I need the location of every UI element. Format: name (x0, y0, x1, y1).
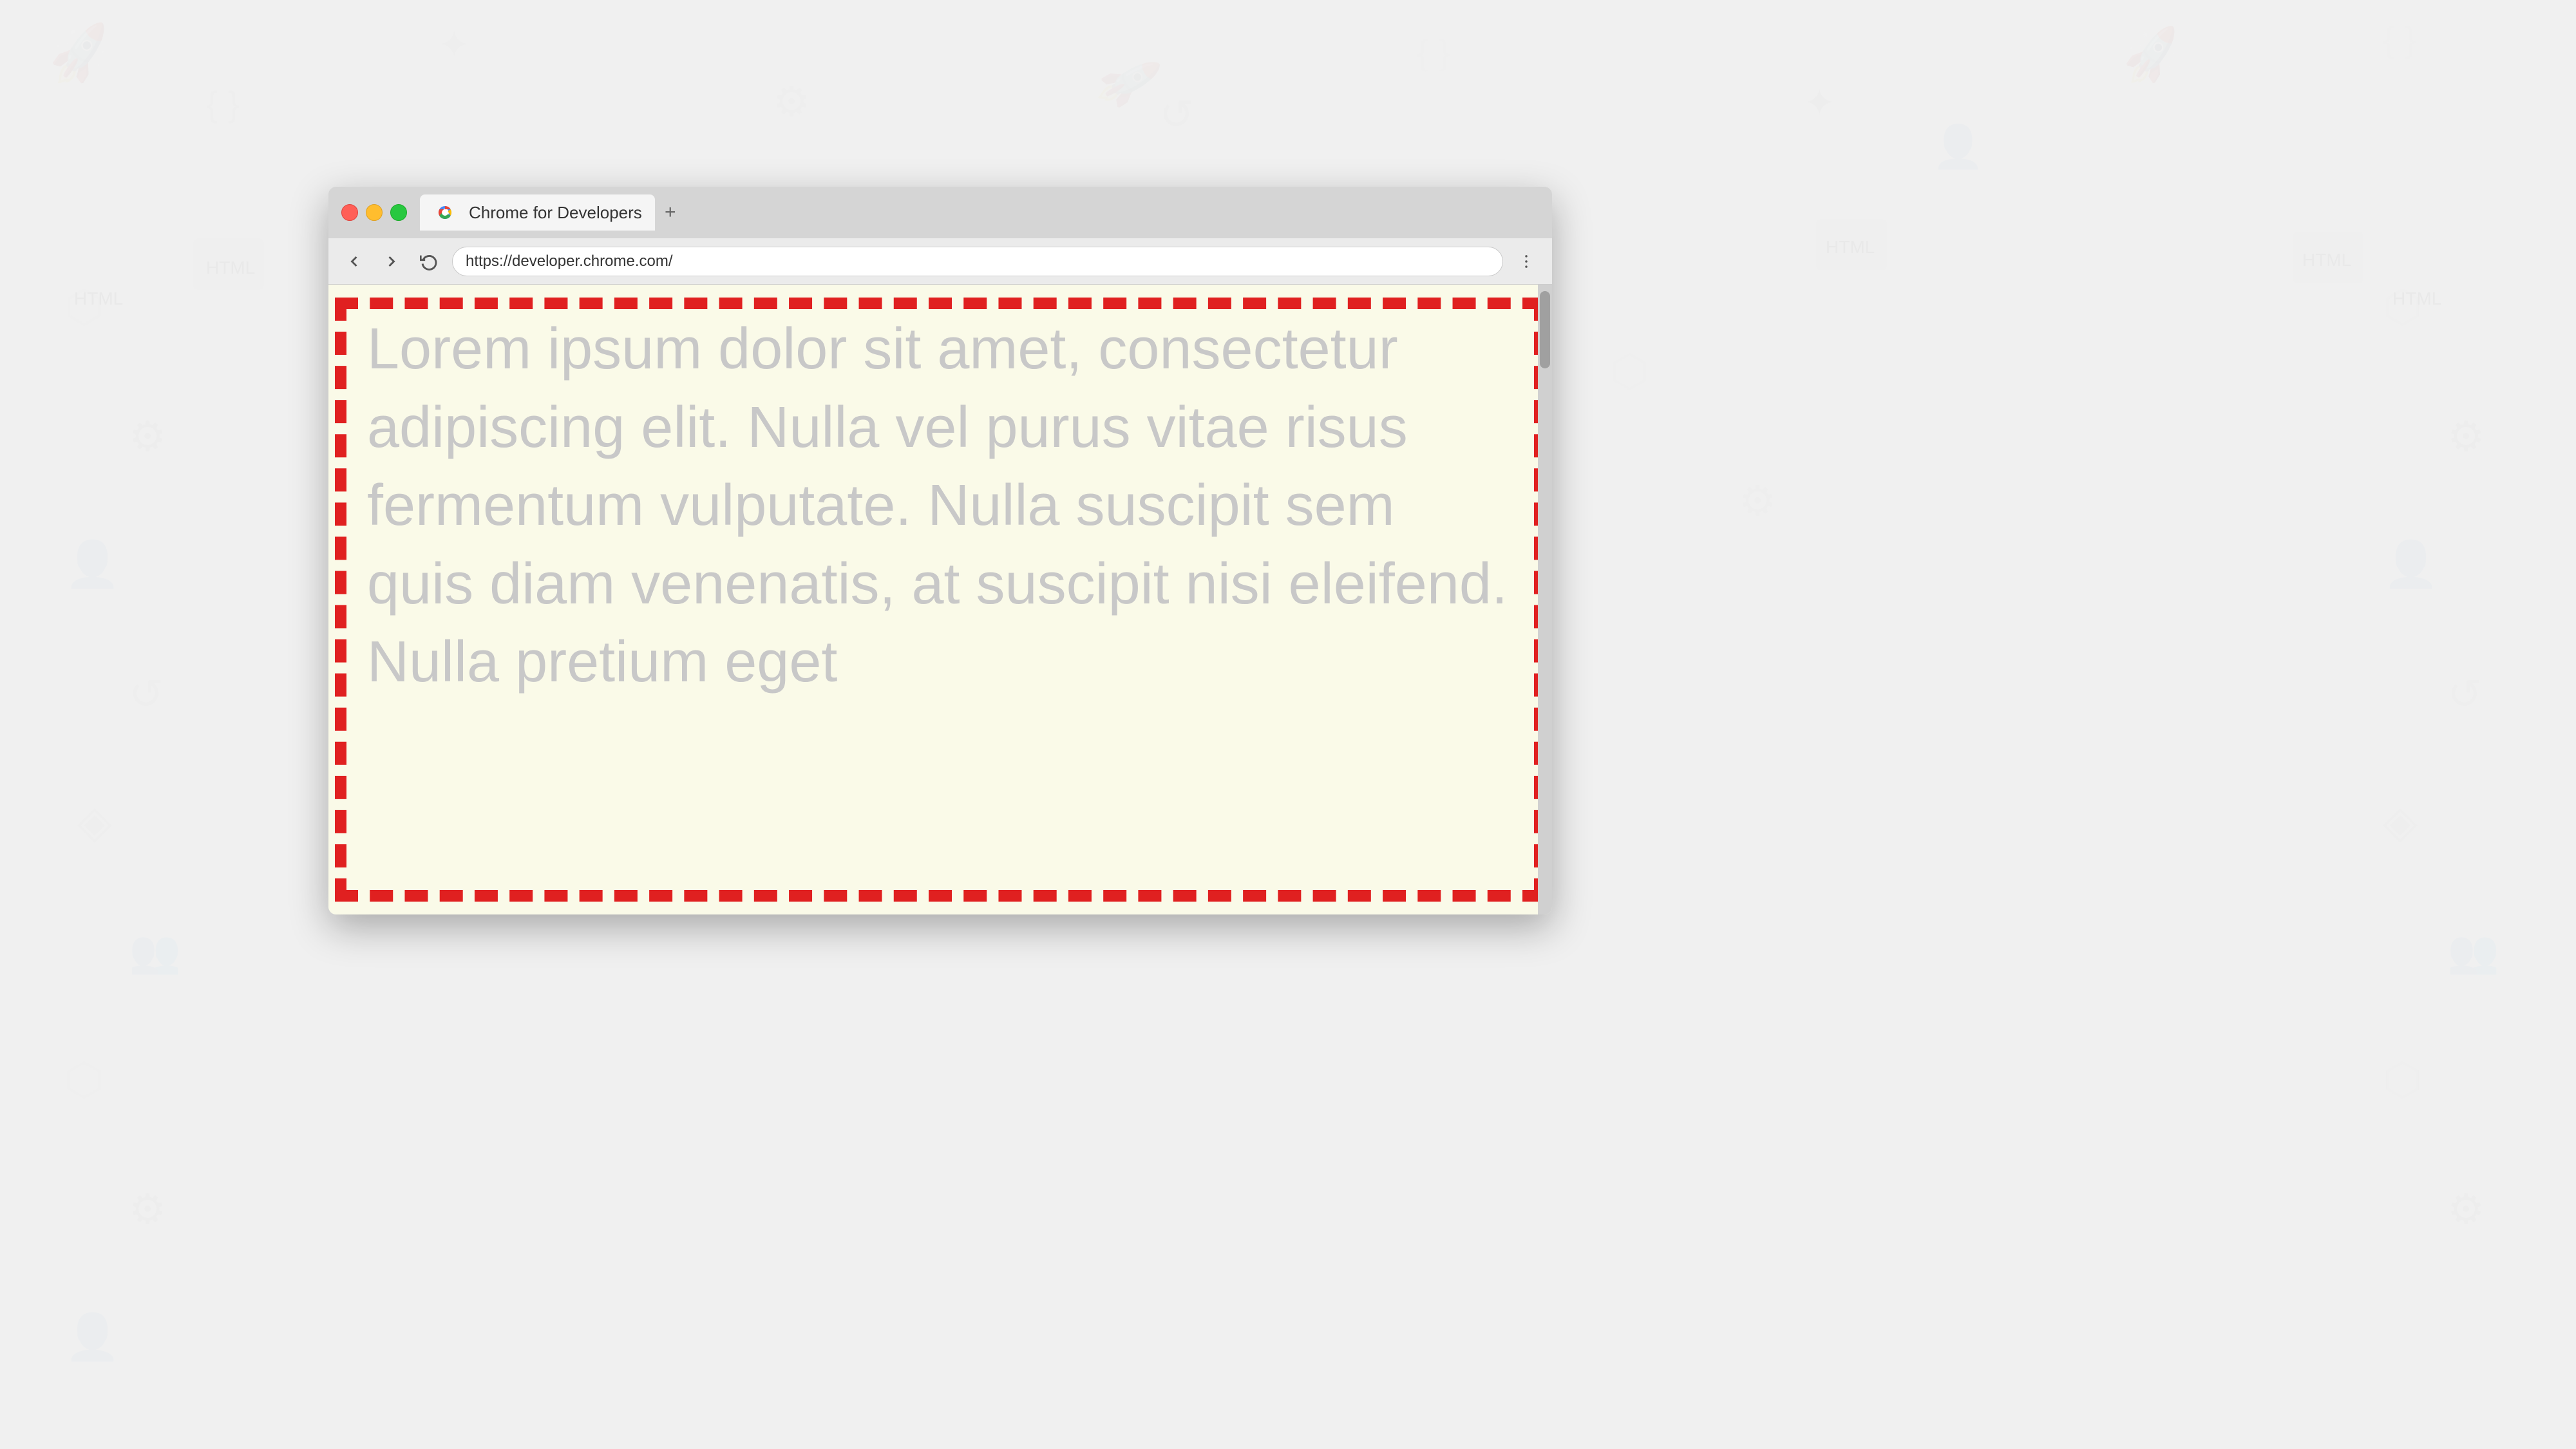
svg-text:👤: 👤 (64, 538, 120, 590)
svg-text:↺: ↺ (2447, 670, 2482, 717)
browser-window: Chrome for Developers + https://develope… (328, 187, 1552, 914)
tab-area: Chrome for Developers + (420, 194, 1539, 231)
tab-title: Chrome for Developers (469, 203, 642, 223)
svg-text:👥: 👥 (2447, 928, 2499, 976)
traffic-lights (341, 204, 407, 221)
chrome-logo-icon (433, 200, 457, 225)
svg-text:HTML: HTML (2302, 250, 2351, 270)
svg-text:👤: 👤 (64, 1311, 120, 1363)
svg-text:⚙: ⚙ (2447, 1186, 2485, 1233)
svg-text:↺: ↺ (1159, 91, 1194, 138)
svg-text:⬡: ⬡ (64, 1054, 104, 1104)
svg-text:{ }: { } (1417, 32, 1450, 72)
forward-button[interactable] (377, 247, 406, 276)
new-tab-button[interactable]: + (658, 200, 683, 225)
minimize-button[interactable] (366, 204, 383, 221)
svg-text:✦: ✦ (1803, 81, 1835, 124)
close-button[interactable] (341, 204, 358, 221)
svg-text:✦: ✦ (438, 23, 470, 66)
svg-text:⬡: ⬡ (2383, 281, 2422, 332)
svg-text:HTML: HTML (1826, 237, 1875, 257)
svg-text:⬡: ⬡ (2383, 1054, 2422, 1104)
svg-text:↺: ↺ (129, 670, 164, 717)
title-bar: Chrome for Developers + (328, 187, 1552, 238)
svg-text:HTML: HTML (74, 289, 123, 308)
svg-text:🚀: 🚀 (43, 20, 117, 89)
svg-text:👤: 👤 (1932, 123, 1984, 171)
svg-text:⚙: ⚙ (129, 413, 166, 460)
svg-text:HTML: HTML (206, 258, 255, 278)
svg-text:◈: ◈ (77, 797, 112, 847)
nav-bar: https://developer.chrome.com/ (328, 238, 1552, 285)
svg-text:⚙: ⚙ (773, 78, 810, 125)
maximize-button[interactable] (390, 204, 407, 221)
url-text: https://developer.chrome.com/ (466, 252, 673, 270)
page-content: Lorem ipsum dolor sit amet, consectetur … (328, 285, 1552, 914)
address-bar[interactable]: https://developer.chrome.com/ (452, 247, 1503, 276)
svg-text:HTML: HTML (2392, 289, 2441, 308)
svg-text:⚙: ⚙ (1739, 477, 1776, 524)
menu-button[interactable] (1512, 247, 1540, 276)
svg-text:{ }: { } (206, 84, 240, 124)
svg-text:⚙: ⚙ (2447, 413, 2485, 460)
svg-text:⚙: ⚙ (129, 1186, 166, 1233)
svg-text:🚀: 🚀 (1092, 48, 1164, 116)
svg-text:👤: 👤 (2383, 538, 2439, 590)
scrollbar[interactable] (1538, 285, 1552, 914)
scrollbar-thumb[interactable] (1540, 291, 1550, 368)
browser-tab[interactable]: Chrome for Developers (420, 194, 655, 231)
svg-text:🚀: 🚀 (2117, 24, 2186, 88)
svg-text:◈: ◈ (2383, 797, 2418, 847)
reload-button[interactable] (415, 247, 443, 276)
svg-text:{ }: { } (2383, 19, 2416, 59)
back-button[interactable] (340, 247, 368, 276)
svg-text:⬡: ⬡ (64, 281, 104, 332)
lorem-ipsum-text: Lorem ipsum dolor sit amet, consectetur … (328, 285, 1552, 728)
svg-text:👥: 👥 (129, 928, 181, 976)
svg-text:⬡: ⬡ (1610, 346, 1649, 396)
